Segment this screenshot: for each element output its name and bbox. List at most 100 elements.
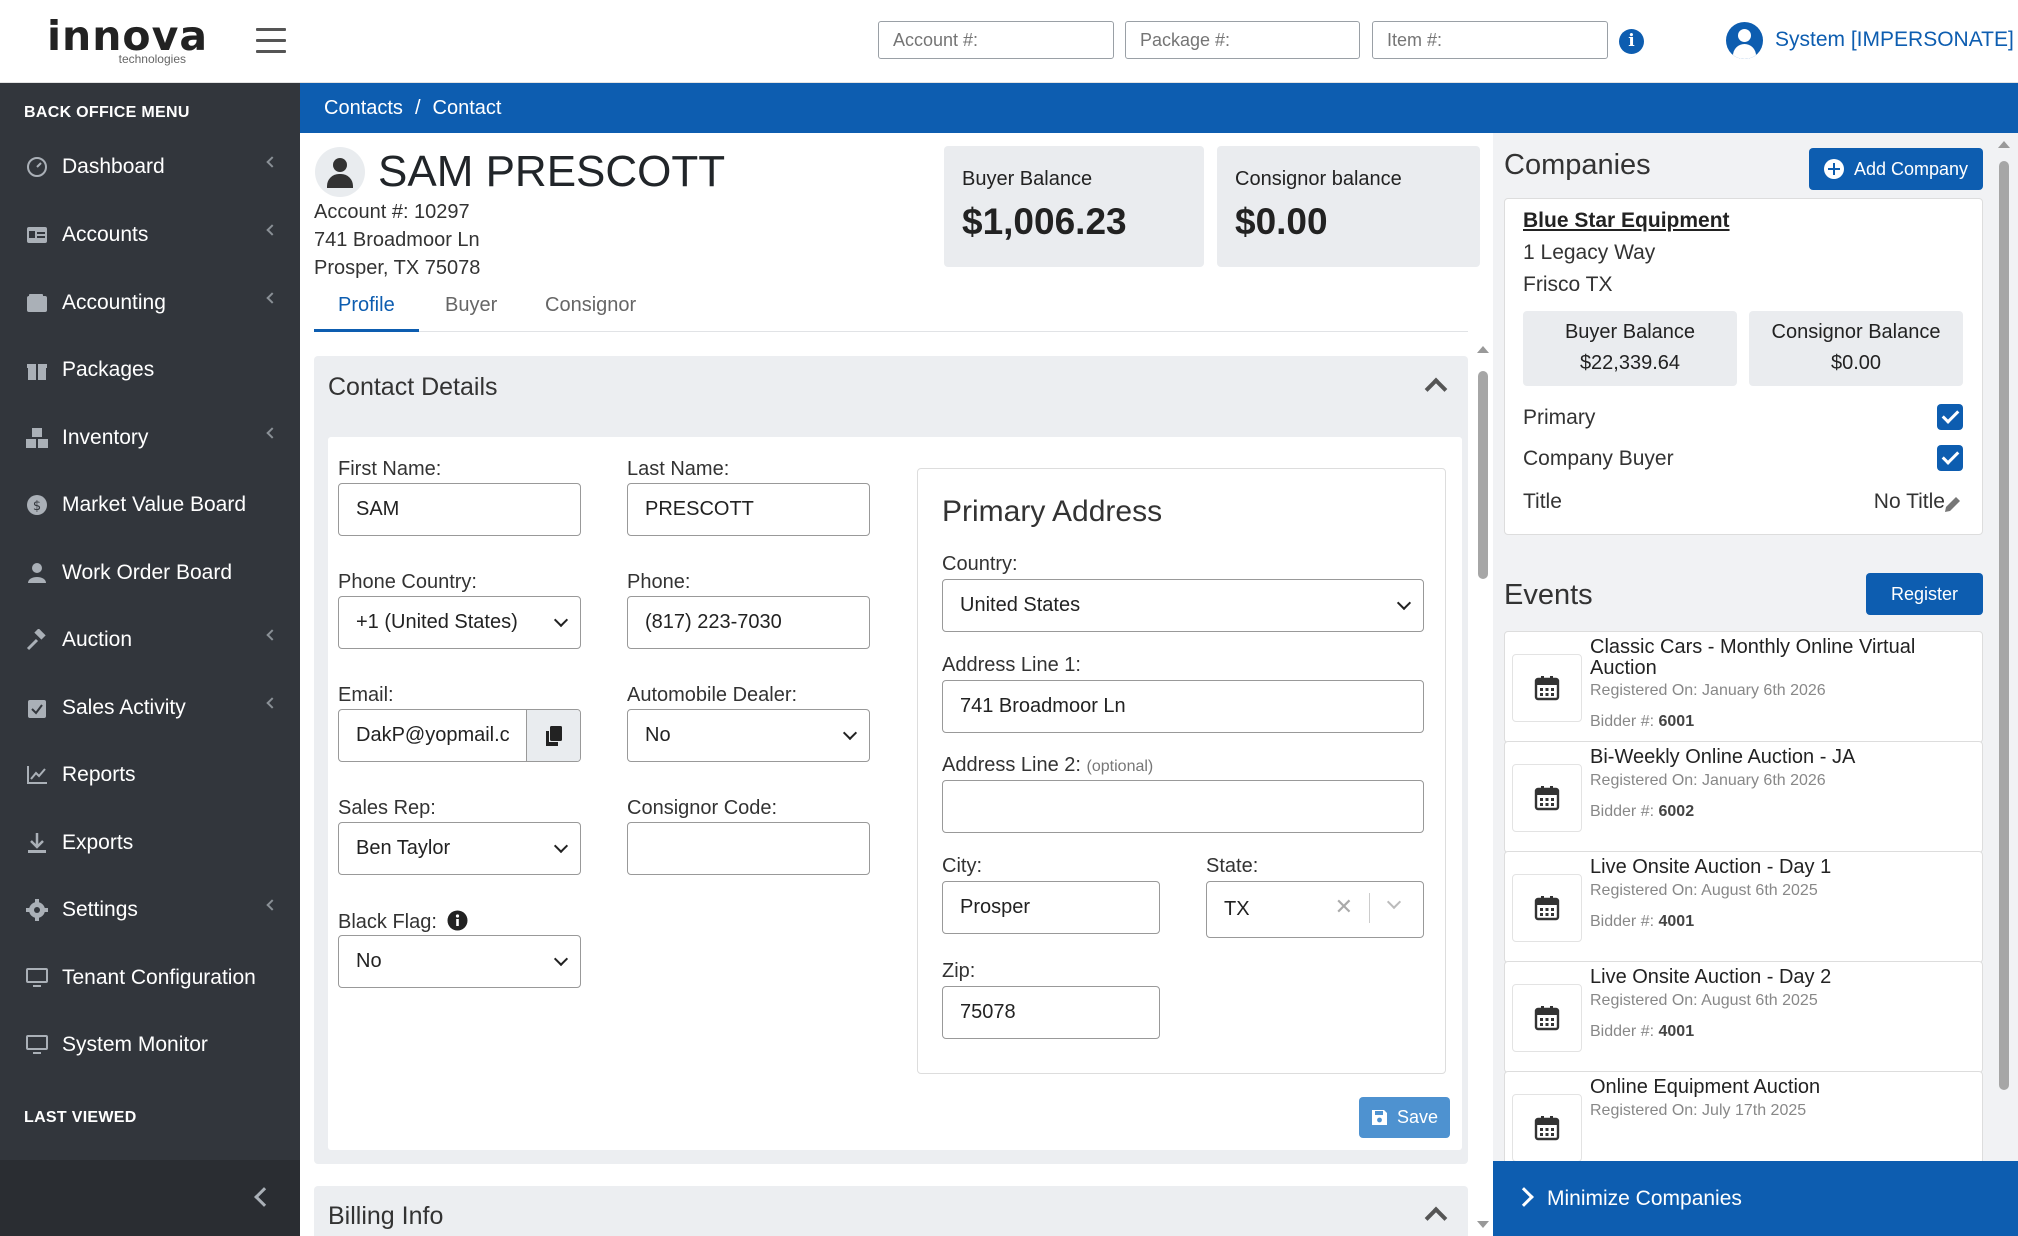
sidebar-item-exports[interactable]: Exports <box>0 819 300 867</box>
phone-input[interactable]: (817) 223-7030 <box>627 596 870 649</box>
sidebar-item-auction[interactable]: Auction <box>0 616 300 664</box>
sidebar-item-work-order-board[interactable]: Work Order Board <box>0 549 300 597</box>
register-button[interactable]: Register <box>1866 573 1983 615</box>
collapse-billing-info-icon[interactable] <box>1424 1206 1448 1230</box>
user-name: System [IMPERSONATE] <box>1775 28 2014 51</box>
sidebar-item-packages[interactable]: Packages <box>0 346 300 394</box>
companies-scrollbar[interactable] <box>1994 141 2014 1141</box>
state-dropdown-icon[interactable] <box>1386 894 1402 910</box>
automobile-dealer-select[interactable]: No <box>627 709 870 762</box>
last-name-input[interactable]: PRESCOTT <box>627 483 870 536</box>
chevron-left-icon <box>266 629 278 641</box>
gauge-icon <box>25 155 49 179</box>
address-line2-input[interactable] <box>942 780 1424 833</box>
company-buyer-checkbox[interactable] <box>1937 445 1963 471</box>
sidebar-item-accounting[interactable]: Accounting <box>0 279 300 327</box>
clear-state-icon[interactable]: ✕ <box>1335 896 1353 918</box>
company-name-link[interactable]: Blue Star Equipment <box>1523 209 1730 233</box>
breadcrumb-contacts-link[interactable]: Contacts <box>324 97 403 120</box>
email-field[interactable]: DakP@yopmail.c <box>338 709 581 762</box>
add-company-label: Add Company <box>1853 158 1969 179</box>
save-button[interactable]: Save <box>1359 1097 1450 1138</box>
item-search-input[interactable] <box>1372 21 1608 59</box>
companies-scroll-thumb[interactable] <box>1999 161 2009 1090</box>
event-card[interactable]: Online Equipment Auction Registered On: J… <box>1504 1071 1983 1161</box>
minimize-companies-button[interactable]: Minimize Companies <box>1493 1161 2018 1236</box>
company-address-line2: Frisco TX <box>1523 273 1613 296</box>
primary-checkbox[interactable] <box>1937 404 1963 430</box>
address-line1-label: Address Line 1: <box>942 654 1081 676</box>
address-line1-input[interactable]: 741 Broadmoor Ln <box>942 680 1424 733</box>
consignor-code-input[interactable] <box>627 822 870 875</box>
black-flag-label: Black Flag: <box>338 910 468 934</box>
calendar-icon <box>1512 764 1582 832</box>
scroll-thumb[interactable] <box>1478 371 1488 579</box>
account-search-input[interactable] <box>878 21 1114 59</box>
tab-consignor[interactable]: Consignor <box>521 290 660 332</box>
company-consignor-balance: Consignor Balance $0.00 <box>1749 311 1963 386</box>
country-select[interactable]: United States <box>942 579 1424 632</box>
state-label: State: <box>1206 855 1259 877</box>
user-menu[interactable]: System [IMPERSONATE] <box>1726 20 2014 60</box>
event-registered-date: Registered On: July 17th 2025 <box>1590 1102 1807 1119</box>
innova-logo[interactable]: innova technologies <box>47 12 207 66</box>
chevron-left-icon <box>266 697 278 709</box>
calendar-icon <box>1512 984 1582 1052</box>
black-flag-info-icon[interactable] <box>447 910 468 931</box>
scroll-down-icon[interactable] <box>1477 1221 1489 1228</box>
company-buyer-balance: Buyer Balance $22,339.64 <box>1523 311 1737 386</box>
contact-account: Account #: 10297 <box>314 201 470 223</box>
event-card[interactable]: Classic Cars - Monthly Online Virtual Au… <box>1504 631 1983 743</box>
sidebar-item-label: Tenant Configuration <box>62 966 256 989</box>
last-viewed-heading: LAST VIEWED <box>24 1109 137 1126</box>
title-row: Title No Title <box>1523 490 1963 514</box>
bidder-label: Bidder #: <box>1590 1023 1655 1040</box>
title-value: No Title <box>1873 490 1945 513</box>
black-flag-label-text: Black Flag: <box>338 911 437 933</box>
phone-label: Phone: <box>627 571 691 593</box>
scroll-up-icon[interactable] <box>1477 346 1489 353</box>
first-name-input[interactable]: SAM <box>338 483 581 536</box>
sidebar-item-tenant-configuration[interactable]: Tenant Configuration <box>0 954 300 1002</box>
state-select[interactable]: TX ✕ <box>1206 881 1424 938</box>
sidebar-item-inventory[interactable]: Inventory <box>0 414 300 462</box>
sidebar-item-label: Reports <box>62 763 136 786</box>
edit-title-pencil-icon[interactable] <box>1943 494 1963 514</box>
collapse-sidebar-icon[interactable] <box>254 1187 274 1207</box>
id-card-icon <box>25 223 49 247</box>
download-icon <box>25 831 49 855</box>
tab-buyer[interactable]: Buyer <box>421 290 521 332</box>
billing-info-title: Billing Info <box>328 1202 444 1230</box>
company-buyer-label: Company Buyer <box>1523 447 1674 470</box>
menu-toggle-icon[interactable] <box>256 28 286 54</box>
sidebar-item-label: Dashboard <box>62 155 165 178</box>
black-flag-select[interactable]: No <box>338 935 581 988</box>
breadcrumb: Contacts / Contact <box>300 83 2018 133</box>
bidder-number: 6001 <box>1658 713 1695 730</box>
info-icon[interactable]: i <box>1619 29 1644 54</box>
sidebar-item-dashboard[interactable]: Dashboard <box>0 143 300 191</box>
sales-rep-select[interactable]: Ben Taylor <box>338 822 581 875</box>
sidebar-item-reports[interactable]: Reports <box>0 751 300 799</box>
phone-country-select[interactable]: +1 (United States) <box>338 596 581 649</box>
event-card[interactable]: Bi-Weekly Online Auction - JA Registered … <box>1504 741 1983 853</box>
event-card[interactable]: Live Onsite Auction - Day 2 Registered On… <box>1504 961 1983 1073</box>
sidebar-item-market-value-board[interactable]: $ Market Value Board <box>0 481 300 529</box>
sidebar-item-sales-activity[interactable]: Sales Activity <box>0 684 300 732</box>
sidebar-item-accounts[interactable]: Accounts <box>0 211 300 259</box>
sidebar-item-system-monitor[interactable]: System Monitor <box>0 1021 300 1069</box>
event-card[interactable]: Live Onsite Auction - Day 1 Registered On… <box>1504 851 1983 963</box>
zip-input[interactable]: 75078 <box>942 986 1160 1039</box>
city-input[interactable]: Prosper <box>942 881 1160 934</box>
package-search-input[interactable] <box>1125 21 1360 59</box>
add-company-button[interactable]: Add Company <box>1809 148 1983 190</box>
chart-line-icon <box>25 763 49 787</box>
email-label: Email: <box>338 684 394 706</box>
main-scrollbar[interactable] <box>1473 346 1493 1236</box>
contact-details-body: First Name: SAM Last Name: PRESCOTT Phon… <box>328 437 1462 1150</box>
copy-email-button[interactable] <box>526 710 580 761</box>
sidebar-item-settings[interactable]: Settings <box>0 886 300 934</box>
companies-scroll-up-icon[interactable] <box>1998 141 2010 148</box>
collapse-contact-details-icon[interactable] <box>1424 377 1448 401</box>
tab-profile[interactable]: Profile <box>314 290 419 332</box>
